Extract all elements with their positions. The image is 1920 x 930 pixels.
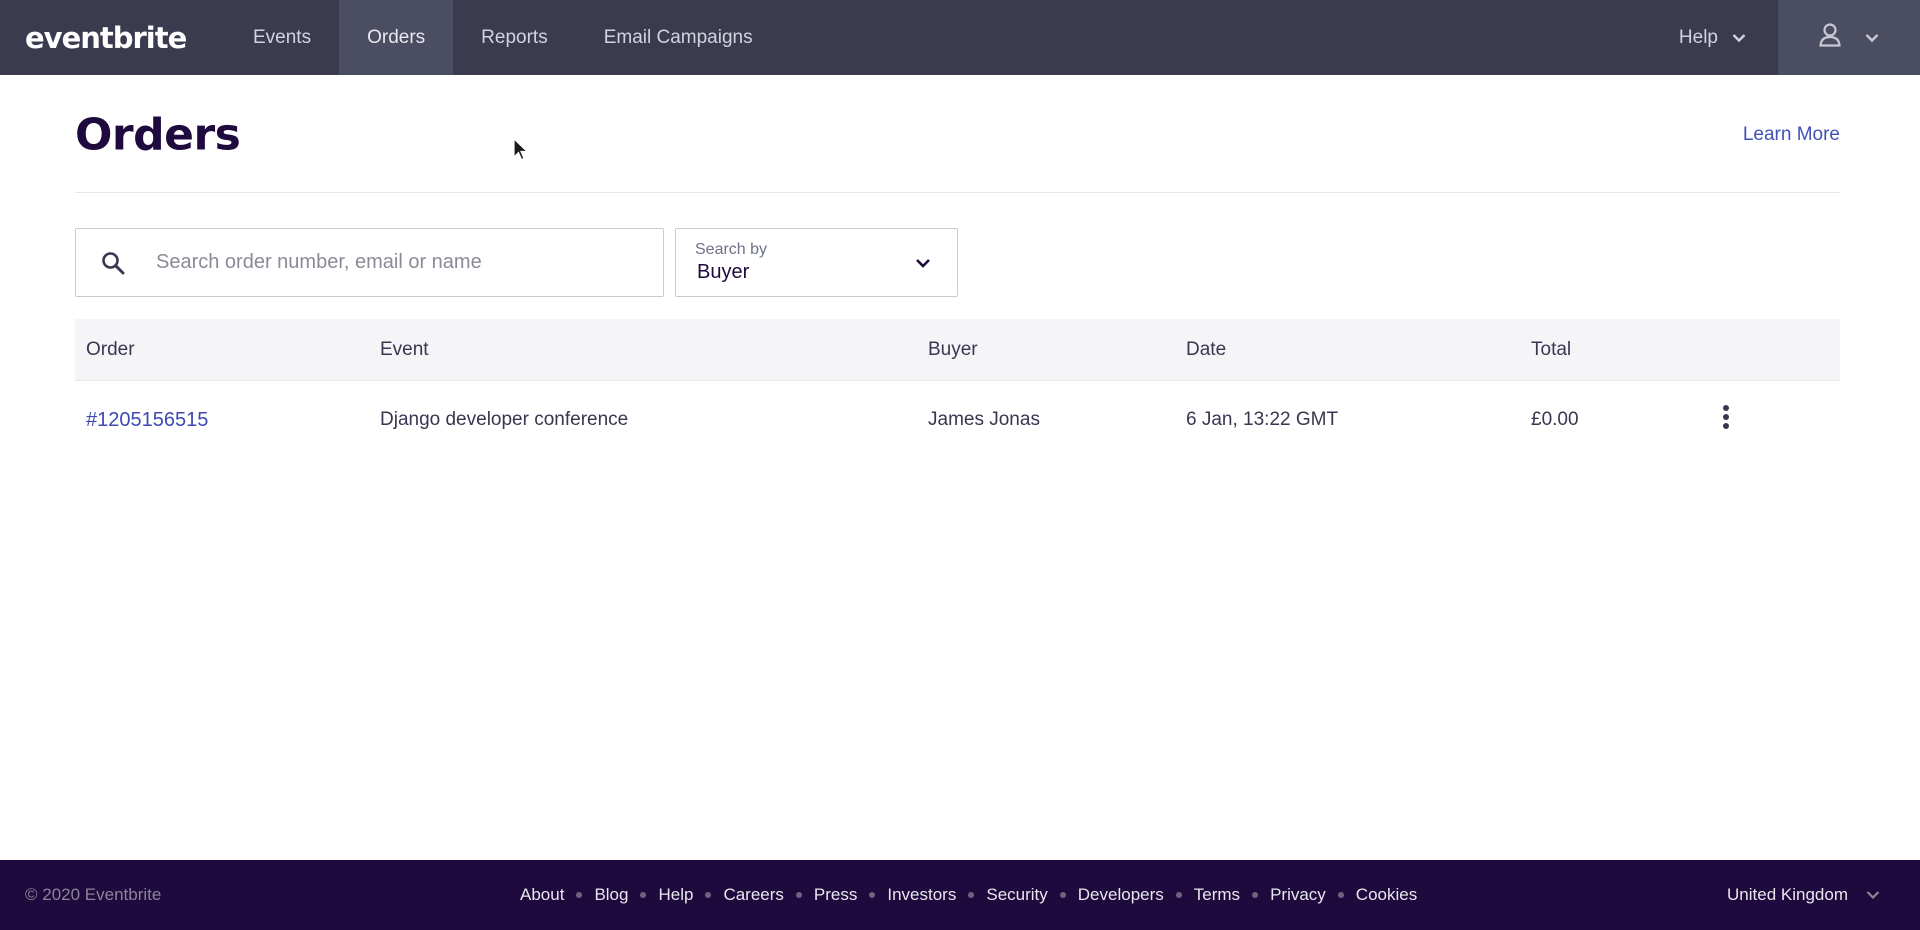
chevron-down-icon [915, 256, 931, 274]
separator-dot [968, 892, 975, 898]
footer-link-about[interactable]: About [520, 885, 564, 905]
footer-link-blog[interactable]: Blog [594, 885, 628, 905]
learn-more-link[interactable]: Learn More [1743, 124, 1840, 146]
eventbrite-logo[interactable]: eventbrite [0, 0, 225, 75]
search-by-label: Search by [695, 241, 768, 258]
nav-item-reports[interactable]: Reports [453, 0, 576, 75]
column-header-event: Event [380, 338, 429, 360]
orders-table: Order Event Buyer Date Total #1205156515… [75, 319, 1840, 459]
order-number-link[interactable]: #1205156515 [86, 409, 208, 431]
date-cell: 6 Jan, 13:22 GMT [1186, 409, 1339, 430]
separator-dot [576, 892, 583, 898]
table-header: Order Event Buyer Date Total [75, 319, 1840, 381]
country-label: United Kingdom [1727, 885, 1848, 904]
separator-dot [1059, 892, 1066, 898]
more-vertical-icon [1722, 404, 1730, 436]
column-header-total: Total [1531, 338, 1572, 360]
footer-link-cookies[interactable]: Cookies [1356, 885, 1417, 905]
footer-link-careers[interactable]: Careers [723, 885, 783, 905]
country-selector[interactable]: United Kingdom [1727, 885, 1880, 905]
search-icon [76, 251, 149, 275]
column-header-buyer: Buyer [928, 338, 978, 360]
chevron-down-icon [1732, 33, 1746, 43]
column-header-order: Order [86, 338, 135, 360]
top-navigation: eventbrite Events Orders Reports Email C… [0, 0, 1920, 75]
help-label: Help [1678, 26, 1718, 48]
user-icon [1819, 23, 1841, 52]
separator-dot [869, 892, 876, 898]
order-cell: #1205156515 [75, 409, 380, 432]
footer-links: About Blog Help Careers Press Investors … [520, 885, 1417, 905]
nav-item-events[interactable]: Events [225, 0, 339, 75]
separator-dot [640, 892, 647, 898]
column-header-date: Date [1186, 338, 1227, 360]
row-actions-button[interactable] [1696, 404, 1756, 436]
page-title: Orders [75, 109, 241, 161]
separator-dot [795, 892, 802, 898]
separator-dot [1175, 892, 1182, 898]
footer-link-help[interactable]: Help [658, 885, 693, 905]
buyer-cell: James Jonas [928, 409, 1040, 430]
chevron-down-icon [1866, 885, 1880, 905]
footer-link-press[interactable]: Press [814, 885, 857, 905]
footer-link-terms[interactable]: Terms [1194, 885, 1240, 905]
page-header: Orders Learn More [75, 75, 1840, 193]
footer-link-developers[interactable]: Developers [1078, 885, 1164, 905]
search-box[interactable] [75, 228, 664, 297]
separator-dot [1337, 892, 1344, 898]
footer-link-privacy[interactable]: Privacy [1270, 885, 1326, 905]
search-by-select[interactable]: Search by Buyer [675, 228, 958, 297]
total-cell: £0.00 [1531, 409, 1579, 430]
mouse-cursor-icon [513, 137, 529, 167]
event-cell: Django developer conference [380, 409, 629, 430]
search-row: Search by Buyer [75, 228, 958, 297]
main-content: Orders Learn More Search by Buyer Order … [75, 75, 1840, 431]
chevron-down-icon [1865, 33, 1879, 43]
footer-link-investors[interactable]: Investors [887, 885, 956, 905]
table-row: #1205156515 Django developer conference … [75, 381, 1840, 459]
nav-item-orders[interactable]: Orders [339, 0, 454, 75]
nav-item-email-campaigns[interactable]: Email Campaigns [576, 0, 781, 75]
separator-dot [705, 892, 712, 898]
copyright: © 2020 Eventbrite [25, 885, 162, 904]
search-by-value: Buyer [697, 261, 750, 283]
help-menu[interactable]: Help [1647, 0, 1778, 75]
separator-dot [1252, 892, 1259, 898]
footer: © 2020 Eventbrite About Blog Help Career… [0, 860, 1920, 930]
account-menu[interactable] [1778, 0, 1920, 75]
footer-link-security[interactable]: Security [986, 885, 1047, 905]
search-input[interactable] [156, 251, 636, 274]
